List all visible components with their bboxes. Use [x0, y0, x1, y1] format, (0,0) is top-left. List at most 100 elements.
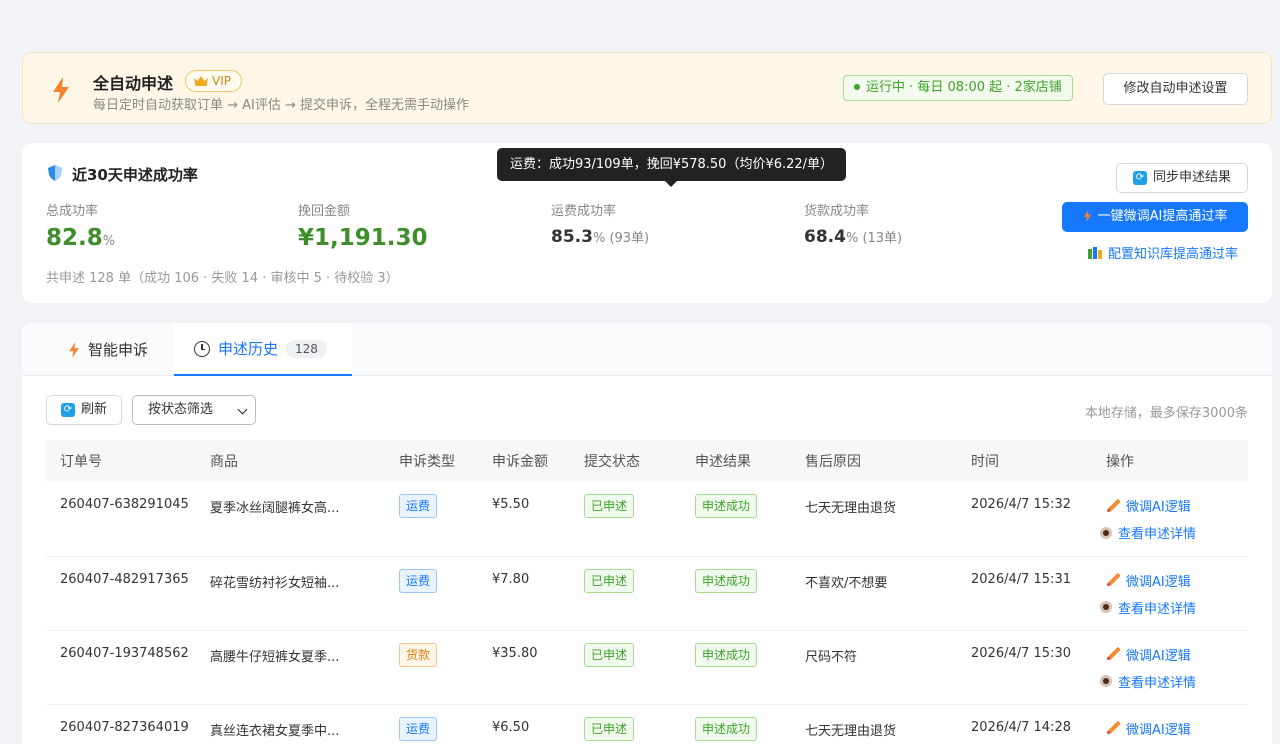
- freight-tooltip: 运费：成功93/109单，挽回¥578.50（均价¥6.22/单）: [497, 148, 846, 187]
- tab-bar: 智能申诉 申述历史 128: [22, 323, 1272, 376]
- tab-label: 智能申诉: [88, 341, 149, 359]
- edit-ai-logic-label: 微调AI逻辑: [1126, 648, 1191, 664]
- running-status-text: 运行中 · 每日 08:00 起 · 2家店铺: [866, 80, 1062, 95]
- col-product: 商品: [210, 454, 238, 470]
- edit-ai-logic-label: 微调AI逻辑: [1126, 500, 1191, 515]
- submit-status-tag: 已申述: [584, 494, 635, 518]
- metric-goods-rate: 货款成功率 68.4% (13单): [804, 200, 902, 247]
- appeal-time: 2026/4/7 15:32: [971, 497, 1071, 512]
- sync-results-button[interactable]: ⟳ 同步申述结果: [1116, 163, 1248, 193]
- lightning-icon: [53, 77, 69, 103]
- storage-note: 本地存储，最多保存3000条: [1084, 406, 1248, 421]
- lightning-icon: [69, 341, 79, 358]
- goods-rate-number: 68.4: [804, 227, 846, 247]
- order-number: 260407-482917365: [60, 571, 189, 587]
- aftersale-reason: 七天无理由退货: [805, 501, 897, 516]
- order-number: 260407-193748562: [60, 645, 189, 661]
- appeal-amount: ¥35.80: [492, 645, 538, 661]
- clock-icon: [194, 340, 210, 357]
- metric-label: 货款成功率: [804, 204, 870, 219]
- appeal-amount: ¥6.50: [492, 719, 530, 735]
- table-row: 260407-827364019 真丝连衣裙女夏季中... 运费 ¥6.50 已…: [46, 704, 1248, 744]
- appeal-type-tag: 运费: [399, 568, 438, 593]
- metric-total-rate: 总成功率 82.8%: [46, 200, 115, 251]
- total-rate-number: 82.8: [46, 225, 103, 251]
- col-order: 订单号: [60, 454, 102, 470]
- appeal-summary: 共申述 128 单（成功 106 · 失败 14 · 审核中 5 · 待校验 3…: [46, 271, 399, 286]
- table-row: 260407-638291045 夏季冰丝阔腿裤女高... 运费 ¥5.50 已…: [46, 482, 1248, 556]
- metric-label: 总成功率: [46, 204, 99, 219]
- edit-ai-logic-label: 微调AI逻辑: [1126, 722, 1191, 738]
- edit-ai-logic-label: 微调AI逻辑: [1126, 574, 1191, 590]
- total-rate-unit: %: [102, 234, 116, 249]
- banner-title: 全自动申述: [93, 74, 174, 93]
- metric-label: 运费成功率: [551, 204, 617, 219]
- submit-status-tag: 已申述: [584, 716, 635, 741]
- appeal-amount: ¥7.80: [492, 571, 530, 587]
- product-name: 高腰牛仔短裤女夏季...: [210, 649, 340, 665]
- table-row: 260407-193748562 高腰牛仔短裤女夏季... 货款 ¥35.80 …: [46, 630, 1248, 704]
- freight-rate-extra: % (93单): [592, 231, 650, 246]
- aftersale-reason: 不喜欢/不想要: [805, 575, 888, 591]
- table-header-row: 订单号 商品 申诉类型 申诉金额 提交状态 申述结果 售后原因 时间 操作: [46, 440, 1248, 482]
- refresh-button[interactable]: ⟳ 刷新: [46, 395, 122, 425]
- col-actions: 操作: [1106, 454, 1134, 470]
- books-icon: [1088, 246, 1102, 259]
- ai-tune-button[interactable]: 一键微调AI提高通过率: [1062, 202, 1248, 232]
- appeal-amount: ¥5.50: [492, 497, 530, 512]
- eye-icon: [1100, 526, 1112, 539]
- view-details-link[interactable]: 查看申述详情: [1100, 598, 1248, 617]
- edit-ai-logic-link[interactable]: 微调AI逻辑: [1106, 496, 1248, 515]
- tab-smart-appeal[interactable]: 智能申诉: [68, 323, 148, 376]
- modify-settings-button[interactable]: 修改自动申述设置: [1103, 73, 1248, 105]
- freight-rate-number: 85.3: [551, 227, 593, 247]
- submit-status-tag: 已申述: [584, 568, 635, 593]
- history-table: 订单号 商品 申诉类型 申诉金额 提交状态 申述结果 售后原因 时间 操作 26…: [46, 440, 1248, 744]
- edit-ai-logic-link[interactable]: 微调AI逻辑: [1106, 571, 1248, 590]
- pencil-icon: [1106, 498, 1121, 513]
- filter-label: 按状态筛选: [148, 402, 214, 417]
- order-number: 260407-827364019: [60, 719, 189, 735]
- product-name: 碎花雪纺衬衫女短袖...: [210, 575, 340, 591]
- aftersale-reason: 七天无理由退货: [805, 723, 897, 739]
- history-card: 智能申诉 申述历史 128 ⟳ 刷新 按状态筛选 本地存储，最多保存3000条 …: [22, 323, 1272, 744]
- ai-tune-label: 一键微调AI提高通过率: [1097, 209, 1228, 224]
- knowledge-base-label: 配置知识库提高通过率: [1108, 247, 1239, 262]
- col-result: 申述结果: [695, 454, 751, 470]
- tab-label: 申述历史: [218, 340, 279, 358]
- view-details-link[interactable]: 查看申述详情: [1100, 523, 1248, 542]
- banner-subtitle: 每日定时自动获取订单 → AI评估 → 提交申诉，全程无需手动操作: [93, 98, 470, 113]
- col-amount: 申诉金额: [492, 454, 548, 470]
- running-status-badge: 运行中 · 每日 08:00 起 · 2家店铺: [843, 75, 1073, 101]
- refresh-icon: ⟳: [60, 403, 75, 417]
- submit-status-tag: 已申述: [584, 642, 635, 667]
- metric-freight-rate: 运费成功率 85.3% (93单): [551, 200, 649, 247]
- metric-recovered: 挽回金额 ¥1,191.30: [298, 200, 428, 251]
- view-details-label: 查看申述详情: [1118, 675, 1197, 691]
- view-details-label: 查看申述详情: [1118, 601, 1197, 617]
- metric-value: 82.8%: [46, 225, 115, 251]
- appeal-time: 2026/4/7 15:30: [971, 645, 1071, 661]
- appeal-time: 2026/4/7 14:28: [971, 719, 1071, 735]
- appeal-type-tag: 运费: [399, 716, 438, 741]
- aftersale-reason: 尺码不符: [805, 649, 858, 665]
- lightning-icon: [1083, 209, 1091, 222]
- auto-appeal-banner: 全自动申述 VIP 每日定时自动获取订单 → AI评估 → 提交申诉，全程无需手…: [22, 52, 1272, 124]
- appeal-type-tag: 货款: [399, 642, 438, 667]
- sync-icon: ⟳: [1132, 171, 1147, 185]
- tab-appeal-history[interactable]: 申述历史 128: [174, 323, 352, 376]
- stats-title: 近30天申述成功率: [72, 166, 198, 184]
- result-tag: 申述成功: [695, 568, 758, 593]
- chevron-down-icon: [237, 404, 248, 415]
- knowledge-base-link[interactable]: 配置知识库提高通过率: [1088, 243, 1238, 262]
- result-tag: 申述成功: [695, 642, 758, 667]
- edit-ai-logic-link[interactable]: 微调AI逻辑: [1106, 645, 1248, 664]
- goods-rate-extra: % (13单): [845, 231, 903, 246]
- edit-ai-logic-link[interactable]: 微调AI逻辑: [1106, 719, 1248, 738]
- vip-badge: VIP: [185, 70, 242, 92]
- view-details-link[interactable]: 查看申述详情: [1100, 672, 1248, 691]
- status-dot-icon: [854, 83, 860, 90]
- status-filter-select[interactable]: 按状态筛选: [132, 395, 256, 425]
- crown-icon: [194, 76, 208, 86]
- table-row: 260407-482917365 碎花雪纺衬衫女短袖... 运费 ¥7.80 已…: [46, 556, 1248, 630]
